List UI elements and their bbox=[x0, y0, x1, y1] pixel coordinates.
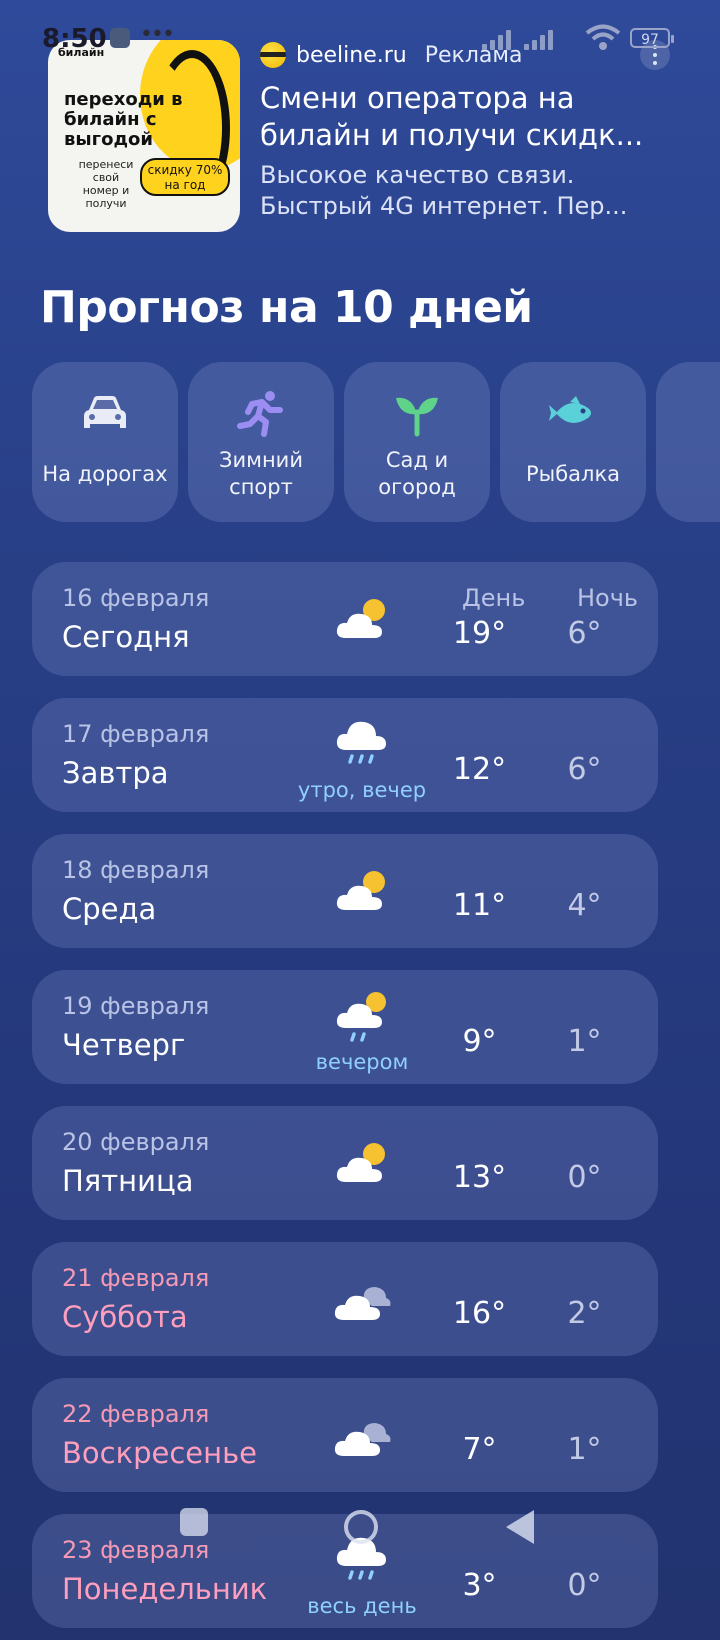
night-temperature: 6° bbox=[567, 752, 602, 787]
night-temperature: 4° bbox=[567, 888, 602, 923]
forecast-day-name: Четверг bbox=[62, 1028, 186, 1062]
forecast-day-row[interactable]: 17 февраля Завтра утро, вечер 12° 6° bbox=[32, 698, 658, 812]
ad-title[interactable]: Смени оператора на билайн и получи скидк… bbox=[260, 80, 680, 154]
category-label: Зимний спорт bbox=[219, 448, 303, 499]
forecast-day-name: Понедельник bbox=[62, 1572, 268, 1606]
forecast-date: 23 февраля bbox=[62, 1536, 210, 1564]
battery-icon: 97 bbox=[630, 28, 674, 48]
cloudy-icon bbox=[334, 1423, 391, 1456]
status-bar: 8:50 ••• 97 bbox=[0, 0, 720, 70]
day-temperature: 12° bbox=[452, 752, 507, 787]
category-label: Рыбалка bbox=[525, 461, 621, 486]
more-notifications-icon: ••• bbox=[140, 22, 175, 47]
category-garden[interactable]: Сад и огород bbox=[344, 362, 490, 522]
night-temperature: 0° bbox=[567, 1160, 602, 1195]
forecast-date: 21 февраля bbox=[62, 1264, 210, 1292]
cloud-rain-icon bbox=[336, 1537, 386, 1580]
day-temperature: 13° bbox=[452, 1160, 507, 1195]
night-temperature: 6° bbox=[567, 616, 602, 651]
forecast-date: 17 февраля bbox=[62, 720, 210, 748]
page-title: Прогноз на 10 дней bbox=[40, 282, 533, 333]
forecast-date: 18 февраля bbox=[62, 856, 210, 884]
forecast-day-row[interactable]: 19 февраля Четверг вечером 9° 1° bbox=[32, 970, 658, 1084]
category-more[interactable] bbox=[656, 362, 720, 522]
forecast-day-row[interactable]: 18 февраля Среда 11° 4° bbox=[32, 834, 658, 948]
category-label: На дорогах bbox=[42, 461, 168, 486]
forecast-date: 16 февраля bbox=[62, 584, 210, 612]
day-temperature: 19° bbox=[452, 616, 507, 651]
partly-cloudy-icon bbox=[336, 871, 385, 910]
telegram-notification-icon bbox=[110, 28, 130, 48]
category-roads[interactable]: На дорогах bbox=[32, 362, 178, 522]
fish-icon bbox=[549, 396, 591, 423]
forecast-day-name: Среда bbox=[62, 892, 157, 926]
forecast-date: 22 февраля bbox=[62, 1400, 210, 1428]
night-temperature: 1° bbox=[567, 1432, 602, 1467]
category-fishing[interactable]: Рыбалка bbox=[500, 362, 646, 522]
forecast-day-name: Воскресенье bbox=[62, 1436, 258, 1470]
partly-cloudy-icon bbox=[336, 1143, 385, 1182]
day-temperature: 11° bbox=[452, 888, 507, 923]
forecast-day-row[interactable]: 22 февраля Воскресенье 7° 1° bbox=[32, 1378, 658, 1492]
ad-image-headline: переходи в билайн с выгодой bbox=[64, 89, 183, 150]
cloudy-icon bbox=[334, 1287, 391, 1320]
ad-image-badge: скидку 70% на год bbox=[140, 158, 230, 196]
forecast-day-name: Суббота bbox=[62, 1300, 188, 1334]
night-temperature: 1° bbox=[567, 1024, 602, 1059]
category-label: Сад и огород bbox=[378, 448, 456, 499]
day-temperature: 7° bbox=[462, 1432, 497, 1467]
day-header: День bbox=[462, 584, 526, 612]
forecast-day-row[interactable]: 16 февраля Сегодня День Ночь 19° 6° bbox=[32, 562, 658, 676]
night-temperature: 2° bbox=[567, 1296, 602, 1331]
partly-cloudy-rain-icon bbox=[336, 992, 386, 1042]
car-icon bbox=[84, 396, 126, 428]
partly-cloudy-icon bbox=[336, 599, 385, 638]
day-temperature: 16° bbox=[452, 1296, 507, 1331]
category-winter-sport[interactable]: Зимний спорт bbox=[188, 362, 334, 522]
forecast-day-row[interactable]: 20 февраля Пятница 13° 0° bbox=[32, 1106, 658, 1220]
signal-icon bbox=[524, 28, 558, 50]
ad-image-sub: перенеси свой номер и получи bbox=[78, 158, 134, 210]
day-temperature: 3° bbox=[462, 1568, 497, 1603]
forecast-day-row[interactable]: 21 февраля Суббота 16° 2° bbox=[32, 1242, 658, 1356]
wifi-icon bbox=[585, 24, 621, 50]
status-time: 8:50 bbox=[42, 24, 107, 54]
day-temperature: 9° bbox=[462, 1024, 497, 1059]
forecast-day-name: Сегодня bbox=[62, 620, 190, 654]
forecast-date: 20 февраля bbox=[62, 1128, 210, 1156]
sprout-icon bbox=[396, 397, 438, 437]
forecast-day-name: Завтра bbox=[62, 756, 169, 790]
precipitation-note: весь день bbox=[307, 1594, 417, 1618]
ad-description[interactable]: Высокое качество связи. Быстрый 4G интер… bbox=[260, 160, 680, 222]
runner-icon bbox=[237, 391, 283, 437]
night-temperature: 0° bbox=[567, 1568, 602, 1603]
signal-icon bbox=[482, 28, 516, 50]
forecast-day-row[interactable]: 23 февраля Понедельник весь день 3° 0° bbox=[32, 1514, 658, 1628]
category-row[interactable]: На дорогах Зимний спорт Сад и огород Рыб… bbox=[32, 362, 720, 522]
cloud-rain-icon bbox=[336, 721, 386, 764]
night-header: Ночь bbox=[577, 584, 639, 612]
precipitation-note: утро, вечер bbox=[297, 778, 427, 802]
precipitation-note: вечером bbox=[315, 1050, 409, 1074]
forecast-day-name: Пятница bbox=[62, 1164, 194, 1198]
forecast-date: 19 февраля bbox=[62, 992, 210, 1020]
